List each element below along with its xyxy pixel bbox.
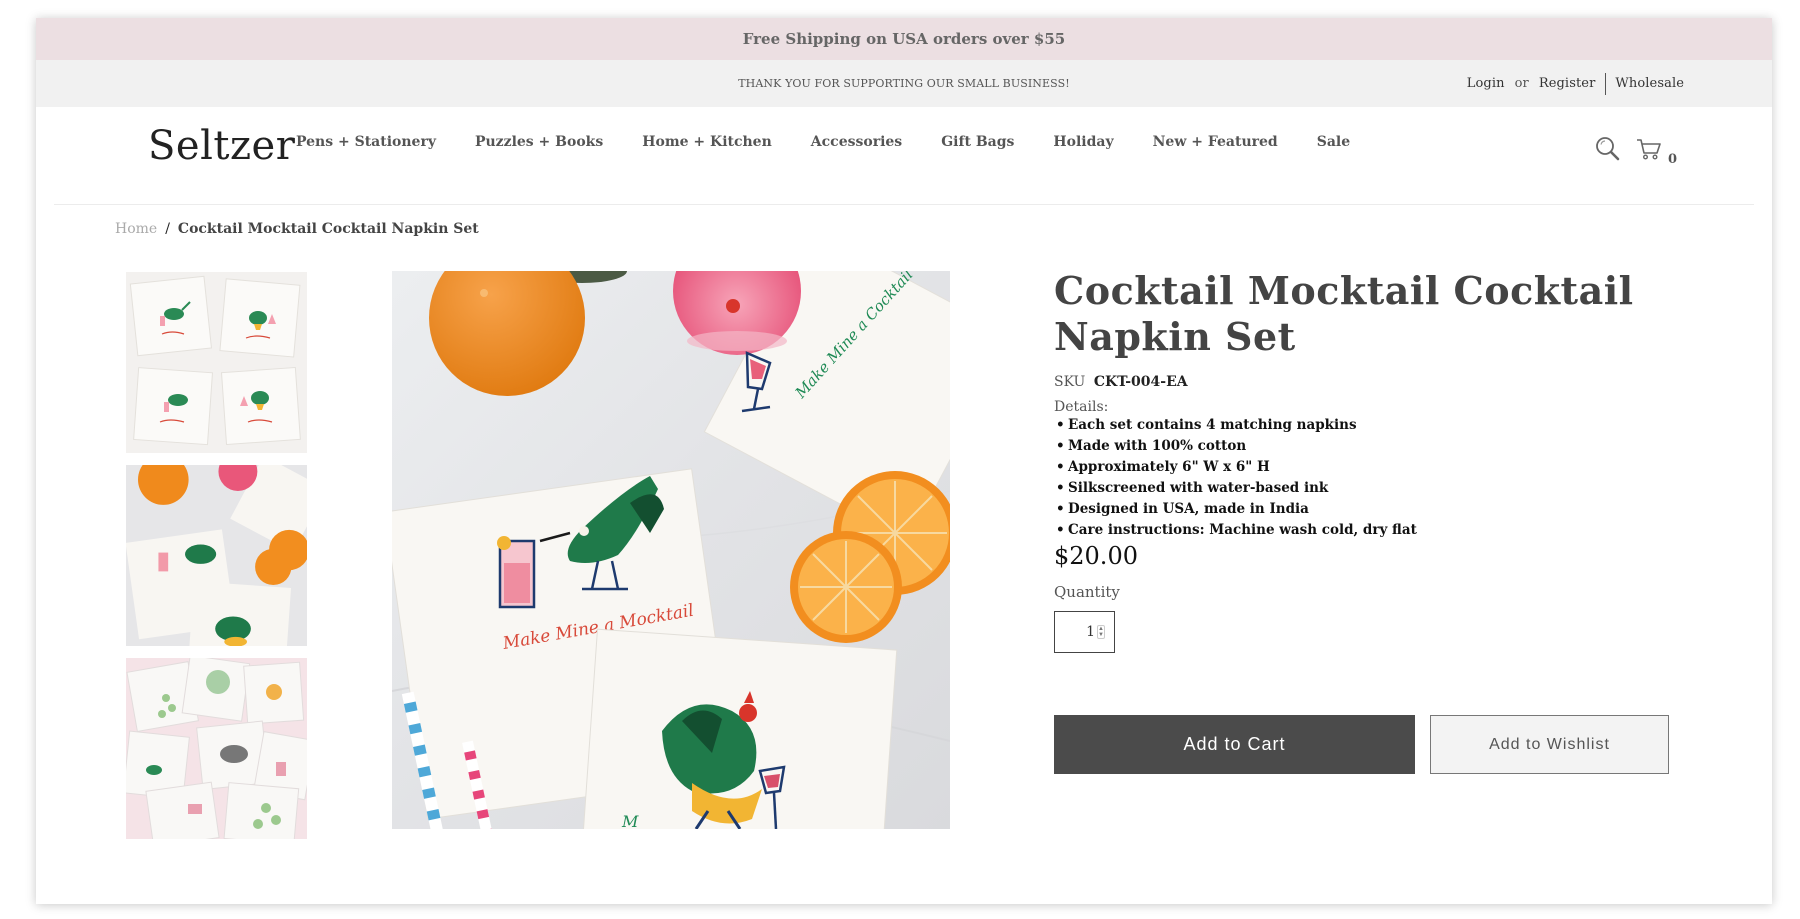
breadcrumb: Home / Cocktail Mocktail Cocktail Napkin…: [115, 221, 479, 237]
add-to-cart-button[interactable]: Add to Cart: [1054, 715, 1415, 774]
sku-value: CKT-004-EA: [1093, 374, 1188, 390]
sku-label: SKU: [1054, 374, 1086, 390]
product-title: Cocktail Mocktail Cocktail Napkin Set: [1054, 268, 1634, 359]
utility-bar: THANK YOU FOR SUPPORTING OUR SMALL BUSIN…: [36, 60, 1772, 107]
svg-text:M: M: [621, 812, 639, 829]
wholesale-link[interactable]: Wholesale: [1615, 76, 1684, 91]
promo-text: Free Shipping on USA orders over $55: [742, 30, 1066, 48]
details-item: Made with 100% cotton: [1054, 436, 1674, 457]
breadcrumb-separator: /: [165, 221, 170, 237]
product-price: $20.00: [1054, 542, 1138, 570]
product-thumbnail-3[interactable]: [126, 658, 307, 839]
breadcrumb-current: Cocktail Mocktail Cocktail Napkin Set: [177, 221, 479, 237]
search-icon[interactable]: [1594, 135, 1620, 161]
quantity-spinner[interactable]: ▲ ▼: [1097, 625, 1105, 639]
product-thumbnail-1[interactable]: [126, 272, 307, 453]
header-icons: 0: [1594, 135, 1677, 167]
thumbnail-2-image: [126, 465, 307, 646]
product-actions: Add to Cart Add to Wishlist: [1054, 715, 1669, 774]
or-text: or: [1514, 76, 1529, 91]
add-to-wishlist-button[interactable]: Add to Wishlist: [1430, 715, 1669, 774]
quantity-stepper[interactable]: ▲ ▼: [1054, 611, 1115, 653]
nav-home-kitchen[interactable]: Home + Kitchen: [642, 134, 772, 150]
nav-accessories[interactable]: Accessories: [811, 134, 902, 150]
quantity-label: Quantity: [1054, 583, 1120, 601]
main-image-illustration: Make Mine a Cocktail Make Mine a Mocktai…: [392, 271, 950, 829]
header-divider: [54, 204, 1754, 205]
product-sku: SKU CKT-004-EA: [1054, 374, 1674, 390]
thank-you-message: THANK YOU FOR SUPPORTING OUR SMALL BUSIN…: [738, 77, 1070, 90]
nav-sale[interactable]: Sale: [1317, 134, 1350, 150]
product-info: Cocktail Mocktail Cocktail Napkin Set SK…: [1054, 268, 1674, 653]
nav-gift-bags[interactable]: Gift Bags: [941, 134, 1014, 150]
main-nav: Pens + Stationery Puzzles + Books Home +…: [296, 134, 1389, 150]
thumbnail-3-image: [126, 658, 307, 839]
details-list: Each set contains 4 matching napkins Mad…: [1054, 415, 1674, 541]
details-item: Approximately 6" W x 6" H: [1054, 457, 1674, 478]
details-label: Details:: [1054, 399, 1109, 415]
details-item: Each set contains 4 matching napkins: [1054, 415, 1674, 436]
chevron-down-icon[interactable]: ▼: [1098, 632, 1104, 638]
nav-holiday[interactable]: Holiday: [1053, 134, 1113, 150]
product-thumbnail-2[interactable]: [126, 465, 307, 646]
thumbnail-1-image: [126, 272, 307, 453]
page-frame: Free Shipping on USA orders over $55 THA…: [36, 18, 1772, 904]
details-item: Silkscreened with water-based ink: [1054, 478, 1674, 499]
site-header: Seltzer Pens + Stationery Puzzles + Book…: [36, 107, 1772, 204]
main-product-image[interactable]: Make Mine a Cocktail Make Mine a Mocktai…: [392, 271, 950, 829]
promo-banner: Free Shipping on USA orders over $55: [36, 18, 1772, 60]
account-divider: [1605, 72, 1607, 95]
quantity-input[interactable]: [1055, 624, 1095, 640]
register-link[interactable]: Register: [1539, 76, 1596, 91]
details-item: Care instructions: Machine wash cold, dr…: [1054, 520, 1674, 541]
login-link[interactable]: Login: [1467, 76, 1505, 91]
nav-puzzles-books[interactable]: Puzzles + Books: [475, 134, 603, 150]
nav-new-featured[interactable]: New + Featured: [1153, 134, 1278, 150]
cart-icon[interactable]: [1636, 137, 1662, 161]
breadcrumb-home[interactable]: Home: [115, 221, 157, 237]
account-links: Login or Register Wholesale: [1467, 60, 1684, 107]
details-item: Designed in USA, made in India: [1054, 499, 1674, 520]
nav-pens-stationery[interactable]: Pens + Stationery: [296, 134, 436, 150]
logo[interactable]: Seltzer: [148, 123, 295, 169]
cart-count[interactable]: 0: [1668, 152, 1677, 167]
